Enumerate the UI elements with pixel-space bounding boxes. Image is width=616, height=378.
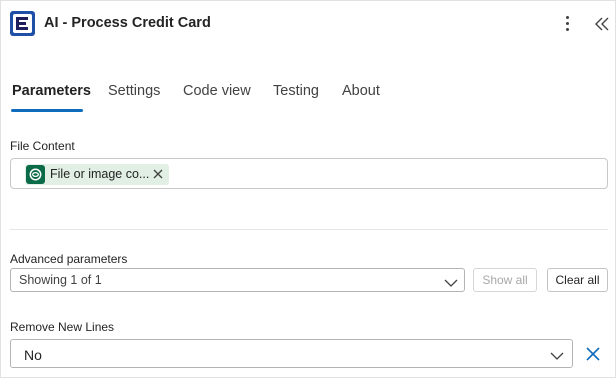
file-content-label: File Content bbox=[10, 139, 75, 153]
show-all-button[interactable]: Show all bbox=[473, 268, 537, 292]
remove-new-lines-label: Remove New Lines bbox=[10, 320, 115, 334]
dynamic-content-token[interactable]: File or image co... bbox=[25, 164, 169, 185]
clear-all-button[interactable]: Clear all bbox=[547, 268, 608, 292]
app-logo-icon bbox=[10, 11, 35, 36]
more-vertical-icon[interactable] bbox=[559, 13, 577, 35]
remove-new-lines-value: No bbox=[24, 347, 42, 363]
token-label: File or image co... bbox=[50, 167, 150, 181]
panel-header: AI - Process Credit Card bbox=[1, 1, 616, 47]
tab-code-view[interactable]: Code view bbox=[183, 83, 251, 99]
tab-testing[interactable]: Testing bbox=[273, 83, 319, 99]
tab-settings[interactable]: Settings bbox=[108, 83, 160, 99]
section-divider bbox=[10, 229, 608, 230]
chevron-down-icon bbox=[443, 276, 459, 287]
dataverse-icon bbox=[26, 165, 45, 184]
clear-value-icon[interactable] bbox=[585, 346, 601, 362]
panel-title: AI - Process Credit Card bbox=[44, 15, 211, 31]
tab-parameters[interactable]: Parameters bbox=[12, 83, 91, 99]
remove-token-icon[interactable] bbox=[151, 166, 165, 182]
action-panel: AI - Process Credit Card Parameters Sett… bbox=[0, 0, 616, 378]
remove-new-lines-dropdown[interactable]: No bbox=[10, 339, 573, 368]
file-content-field[interactable]: File or image co... bbox=[10, 158, 608, 189]
double-chevron-left-icon[interactable] bbox=[593, 13, 613, 35]
tab-list: Parameters Settings Code view Testing Ab… bbox=[1, 79, 616, 113]
chevron-down-icon bbox=[549, 349, 565, 360]
advanced-parameters-value: Showing 1 of 1 bbox=[19, 273, 102, 287]
tab-about[interactable]: About bbox=[342, 83, 380, 99]
advanced-parameters-label: Advanced parameters bbox=[10, 252, 128, 266]
active-tab-indicator bbox=[11, 109, 83, 112]
advanced-parameters-dropdown[interactable]: Showing 1 of 1 bbox=[10, 268, 465, 292]
